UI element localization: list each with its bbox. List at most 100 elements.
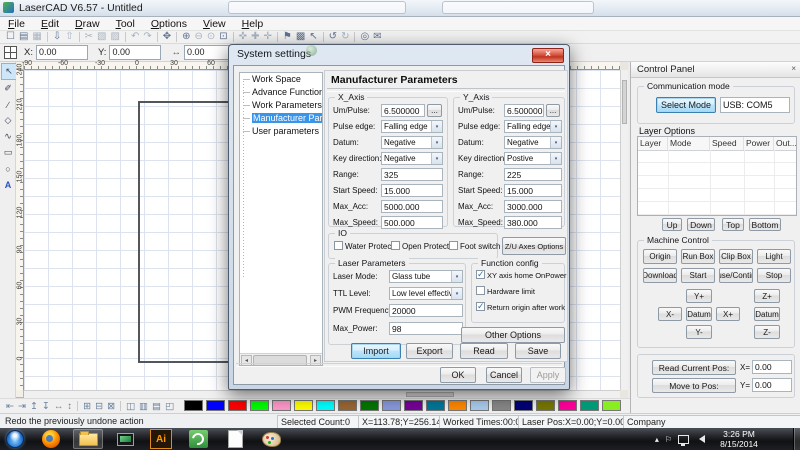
stop-button[interactable]: Stop (757, 268, 791, 283)
palette-swatch[interactable] (492, 400, 511, 411)
zoom-window-icon[interactable] (207, 31, 215, 43)
return-origin-checkbox[interactable] (476, 302, 485, 311)
scrollbar-thumb[interactable] (406, 392, 454, 397)
cut-icon[interactable] (85, 31, 93, 43)
palette-swatch[interactable] (360, 400, 379, 411)
jog-y-minus-button[interactable]: Y- (686, 325, 712, 339)
jog-x-plus-button[interactable]: X+ (716, 307, 740, 321)
close-icon[interactable] (791, 64, 796, 73)
layer-table-body[interactable] (638, 150, 796, 215)
y-um-pulse-field[interactable]: 6.500000 (504, 104, 544, 117)
palette-swatch[interactable] (580, 400, 599, 411)
cancel-button[interactable]: Cancel (486, 367, 522, 383)
export-button[interactable]: Export (406, 343, 453, 359)
move-to-pos-button[interactable]: Move to Pos: (652, 378, 736, 393)
new-icon[interactable] (6, 31, 15, 43)
align-top-icon[interactable] (30, 401, 38, 412)
palette-swatch[interactable] (448, 400, 467, 411)
xy-datum-button[interactable]: Datum (686, 307, 712, 321)
taskbar-explorer[interactable] (73, 429, 103, 449)
taskbar-clock[interactable]: 3:26 PM 8/15/2014 (712, 429, 766, 449)
palette-swatch[interactable] (404, 400, 423, 411)
menu-edit[interactable]: Edit (33, 17, 67, 31)
x-coord-field[interactable]: 0.00 (36, 45, 88, 60)
show-desktop-button[interactable] (793, 428, 800, 450)
chevron-down-icon[interactable] (550, 137, 561, 148)
jog-y-plus-button[interactable]: Y+ (686, 289, 712, 303)
chevron-down-icon[interactable] (451, 288, 462, 299)
copy-icon[interactable] (97, 31, 106, 43)
palette-swatch[interactable] (426, 400, 445, 411)
same-size-icon[interactable] (107, 401, 115, 412)
palette-swatch[interactable] (316, 400, 335, 411)
align-left-icon[interactable] (6, 401, 14, 412)
select-mode-button[interactable]: Select Mode (656, 97, 716, 113)
pause-continue-button[interactable]: Pause/Continue (719, 268, 753, 283)
taskbar-notepad[interactable] (220, 429, 250, 449)
curve-tool-icon[interactable] (1, 129, 15, 144)
center-vertical-icon[interactable] (67, 401, 72, 412)
laser-mode-dropdown[interactable]: Glass tube (389, 270, 463, 283)
y-start-speed-field[interactable]: 15.000 (504, 184, 562, 197)
layer-down-button[interactable]: Down (687, 218, 715, 231)
taskbar-display[interactable] (110, 429, 140, 449)
x-datum-dropdown[interactable]: Negative (381, 136, 443, 149)
message-icon[interactable] (373, 31, 381, 43)
x-max-acc-field[interactable]: 5000.000 (381, 200, 443, 213)
x-range-field[interactable]: 325 (381, 168, 443, 181)
palette-swatch[interactable] (184, 400, 203, 411)
palette-swatch[interactable] (250, 400, 269, 411)
download-button[interactable]: Download (643, 268, 677, 283)
node-delete-icon[interactable] (251, 31, 259, 43)
dialog-close-button[interactable] (532, 48, 564, 63)
pan-icon[interactable] (163, 31, 171, 43)
same-height-icon[interactable] (95, 401, 103, 412)
layer-up-button[interactable]: Up (662, 218, 682, 231)
select-tool-icon[interactable] (1, 63, 17, 80)
rotate-cw-icon[interactable] (341, 31, 349, 43)
same-width-icon[interactable] (83, 401, 91, 412)
tree-item-work-space[interactable]: Work Space (240, 73, 322, 86)
palette-swatch[interactable] (536, 400, 555, 411)
network-icon[interactable] (678, 435, 689, 444)
volume-icon[interactable] (695, 435, 705, 443)
taskbar-paint[interactable] (256, 429, 286, 449)
rectangle-tool-icon[interactable] (1, 145, 15, 160)
canvas-vertical-scrollbar[interactable] (620, 70, 628, 390)
origin-button[interactable]: Origin (643, 249, 677, 264)
text-tool-icon[interactable] (1, 177, 15, 192)
x-start-speed-field[interactable]: 15.000 (381, 184, 443, 197)
mirror-vertical-icon[interactable] (152, 401, 161, 412)
export-icon[interactable] (65, 31, 73, 43)
open-icon[interactable] (19, 31, 28, 43)
import-button[interactable]: Import (351, 343, 401, 359)
chevron-down-icon[interactable] (550, 121, 561, 132)
menu-help[interactable]: Help (234, 17, 272, 31)
apply-button[interactable]: Apply (530, 367, 566, 383)
chevron-down-icon[interactable] (431, 137, 442, 148)
foot-switch-checkbox[interactable] (449, 241, 458, 250)
tree-item-manufacturer-parameters[interactable]: Manufacturer Parameters (240, 112, 322, 125)
paste-icon[interactable] (111, 31, 120, 43)
water-protect-checkbox[interactable] (334, 241, 343, 250)
y-key-direction-dropdown[interactable]: Postive (504, 152, 562, 165)
redo-icon[interactable] (143, 31, 151, 43)
rotate-ccw-icon[interactable] (329, 31, 337, 43)
y-pulse-edge-dropdown[interactable]: Falling edge (504, 120, 562, 133)
node-break-icon[interactable] (263, 31, 271, 43)
taskbar-illustrator[interactable]: Ai (146, 429, 176, 449)
x-um-pulse-browse-button[interactable]: ... (427, 104, 442, 117)
save-button[interactable]: Save (515, 343, 561, 359)
palette-swatch[interactable] (206, 400, 225, 411)
line-tool-icon[interactable] (1, 97, 15, 112)
zoom-out-icon[interactable] (195, 31, 203, 43)
palette-swatch[interactable] (338, 400, 357, 411)
y-range-field[interactable]: 225 (504, 168, 562, 181)
y-max-speed-field[interactable]: 380.000 (504, 216, 562, 229)
save-icon[interactable] (32, 31, 41, 43)
tree-item-advance-functions[interactable]: Advance Functions (240, 86, 322, 99)
node-edit-tool-icon[interactable] (1, 81, 15, 96)
read-current-pos-button[interactable]: Read Current Pos: (652, 360, 736, 375)
import-icon[interactable] (53, 31, 61, 43)
palette-swatch[interactable] (272, 400, 291, 411)
